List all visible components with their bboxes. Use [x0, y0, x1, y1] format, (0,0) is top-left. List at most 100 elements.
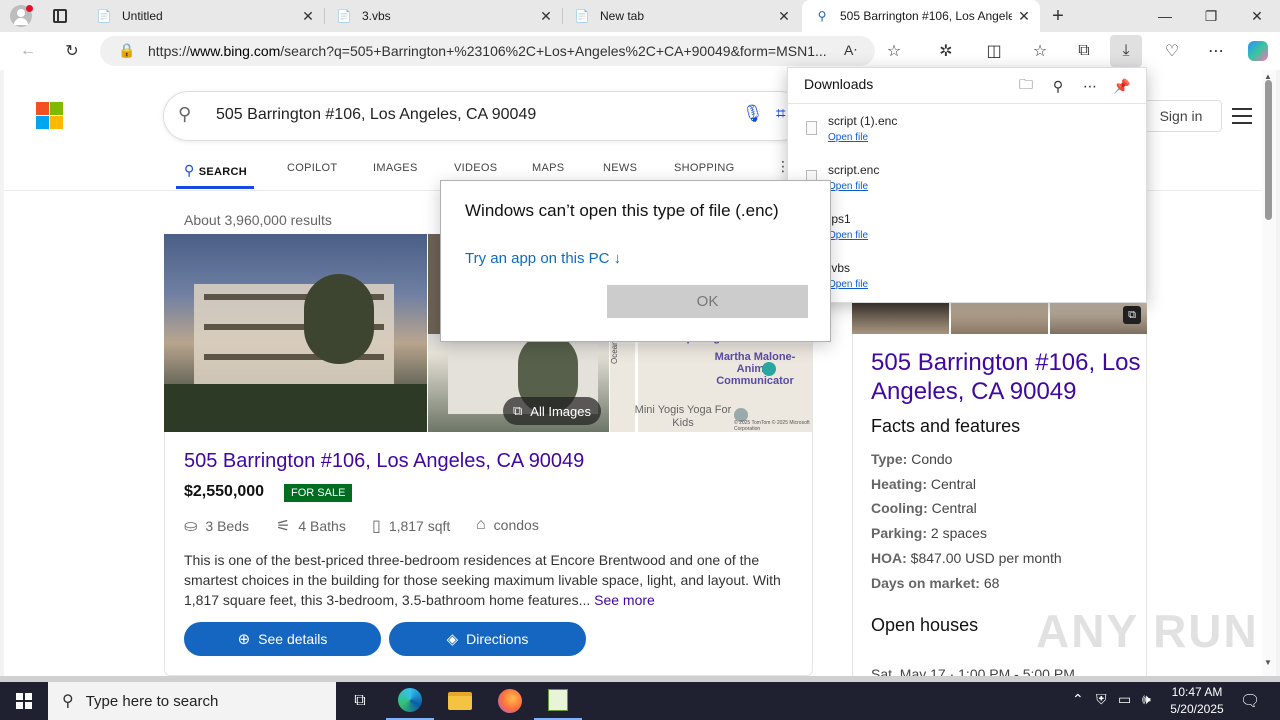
downloads-icon[interactable]: ⤓: [1110, 35, 1142, 67]
url-prefix: https://: [148, 43, 191, 59]
security-icon[interactable]: ⛨: [1096, 691, 1107, 708]
search-icon[interactable]: ⚲: [1046, 74, 1070, 98]
search-query[interactable]: 505 Barrington #106, Los Angeles, CA 900…: [216, 106, 536, 124]
network-icon[interactable]: ▭: [1118, 691, 1131, 708]
restore-button[interactable]: ❐: [1188, 0, 1234, 32]
pin-icon[interactable]: 📌: [1110, 74, 1134, 98]
fact-cooling: Cooling: Central: [871, 500, 977, 516]
microsoft-logo[interactable]: [36, 102, 63, 129]
taskbar-search[interactable]: ⚲ Type here to search: [48, 682, 336, 720]
read-aloud-icon[interactable]: Aᐧ: [844, 42, 857, 59]
address-bar[interactable]: 🔒 https://www.bing.com/search?q=505+Barr…: [100, 36, 875, 66]
new-tab-button[interactable]: +: [1046, 4, 1070, 28]
panel-photo-2[interactable]: [951, 302, 1048, 334]
split-screen-icon[interactable]: ◫: [978, 35, 1010, 67]
open-file-link[interactable]: Open file: [828, 181, 868, 192]
microphone-icon[interactable]: 🎙: [742, 104, 764, 124]
listing-photo-main[interactable]: [164, 234, 427, 432]
tab-new-tab[interactable]: 📄 New tab ✕: [562, 0, 800, 32]
download-item-name[interactable]: script (1).enc: [828, 114, 897, 128]
hamburger-menu-icon[interactable]: [1232, 108, 1252, 124]
ok-label: OK: [696, 293, 719, 310]
nav-news[interactable]: NEWS: [603, 162, 637, 174]
anyrun-watermark: ANY RUN: [1036, 605, 1259, 657]
shower-icon: ⚟: [276, 518, 291, 535]
ok-button[interactable]: OK: [607, 285, 808, 318]
refresh-button[interactable]: ↻: [56, 35, 88, 67]
fact-heating: Heating: Central: [871, 476, 976, 492]
see-details-button[interactable]: ⊕ See details: [184, 622, 381, 656]
sign-in-button[interactable]: Sign in: [1140, 100, 1222, 132]
open-file-link[interactable]: Open file: [828, 132, 868, 143]
open-file-link[interactable]: Open file: [828, 230, 868, 241]
page-icon: 📄: [336, 9, 352, 23]
scroll-down-arrow-icon[interactable]: ▼: [1264, 658, 1272, 667]
close-icon[interactable]: ✕: [296, 4, 320, 28]
beds-feature: ⛀ 3 Beds: [184, 516, 249, 536]
firefox-icon[interactable]: [486, 682, 534, 720]
download-item-name[interactable]: .ps1: [828, 212, 851, 226]
extensions-icon[interactable]: ✲: [930, 35, 962, 67]
edge-icon[interactable]: [386, 682, 434, 720]
listing-title-link[interactable]: 505 Barrington #106, Los Angeles, CA 900…: [184, 450, 584, 473]
minimize-button[interactable]: —: [1142, 0, 1188, 32]
close-icon[interactable]: ✕: [534, 4, 558, 28]
panel-photo-3[interactable]: ⧉: [1050, 302, 1147, 334]
type-feature: ⌂ condos: [476, 516, 539, 534]
scroll-up-arrow-icon[interactable]: ▲: [1264, 72, 1272, 81]
tab-actions-icon[interactable]: [53, 9, 67, 23]
lock-icon[interactable]: 🔒: [118, 42, 135, 59]
start-button[interactable]: [0, 682, 48, 720]
chevron-up-icon[interactable]: ⌃: [1072, 691, 1084, 708]
nav-shopping[interactable]: SHOPPING: [674, 162, 734, 174]
url-rest: /search?q=505+Barrington+%23106%2C+Los+A…: [280, 43, 827, 59]
tab-untitled[interactable]: 📄 Untitled ✕: [84, 0, 324, 32]
nav-maps[interactable]: MAPS: [532, 162, 564, 174]
notepad-plus-icon[interactable]: [534, 682, 582, 720]
scrollbar-thumb[interactable]: [1265, 80, 1272, 220]
open-folder-icon[interactable]: 🗀: [1014, 74, 1038, 98]
dialog-title: Windows can’t open this type of file (.e…: [465, 201, 779, 220]
download-item-name[interactable]: script.enc: [828, 163, 879, 177]
tab-3vbs[interactable]: 📄 3.vbs ✕: [324, 0, 562, 32]
favorites-icon[interactable]: ☆: [1024, 35, 1056, 67]
copilot-icon[interactable]: [1242, 35, 1274, 67]
clock[interactable]: 10:47 AM 5/20/2025: [1162, 684, 1232, 718]
browser-essentials-icon[interactable]: ♡: [1156, 35, 1188, 67]
file-explorer-icon[interactable]: [436, 682, 484, 720]
sqft-label: 1,817 sqft: [388, 518, 451, 534]
baths-feature: ⚟ 4 Baths: [276, 516, 346, 536]
collections-icon[interactable]: ⧉: [1068, 35, 1100, 67]
try-app-link[interactable]: Try an app on this PC ↓: [465, 250, 621, 267]
visual-search-icon[interactable]: ⌗: [776, 104, 786, 124]
back-button[interactable]: ←: [12, 35, 44, 67]
more-menu-icon[interactable]: ⋯: [1200, 35, 1232, 67]
search-icon: ⚲: [184, 162, 199, 178]
more-options-icon[interactable]: ⋯: [1078, 74, 1102, 98]
close-icon[interactable]: ✕: [1012, 4, 1036, 28]
search-box[interactable]: ⚲ 505 Barrington #106, Los Angeles, CA 9…: [164, 92, 804, 140]
download-item-name[interactable]: .vbs: [828, 261, 850, 275]
nav-copilot[interactable]: COPILOT: [287, 162, 337, 174]
favorite-star-icon[interactable]: ☆: [878, 35, 910, 67]
description-text: This is one of the best-priced three-bed…: [184, 552, 781, 608]
close-window-button[interactable]: ✕: [1234, 0, 1280, 32]
all-images-button[interactable]: ⧉ All Images: [503, 397, 601, 425]
notification-icon[interactable]: 🗨: [1240, 691, 1260, 711]
close-icon[interactable]: ✕: [772, 4, 796, 28]
task-view-icon[interactable]: ⧉: [336, 682, 384, 720]
nav-search[interactable]: ⚲ SEARCH: [184, 162, 247, 179]
nav-images[interactable]: IMAGES: [373, 162, 418, 174]
downloads-flyout: Downloads 🗀 ⚲ ⋯ 📌 script (1).enc Open fi…: [787, 67, 1147, 303]
volume-icon[interactable]: 🕪: [1142, 691, 1151, 708]
profile-avatar[interactable]: [10, 5, 33, 27]
panel-photo-1[interactable]: [852, 302, 949, 334]
panel-title[interactable]: 505 Barrington #106, Los Angeles, CA 900…: [871, 348, 1141, 406]
gallery-icon: ⧉: [1123, 306, 1141, 324]
tab-bing-search[interactable]: ⚲ 505 Barrington #106, Los Angeles ✕: [802, 0, 1040, 32]
open-file-link[interactable]: Open file: [828, 279, 868, 290]
nav-videos[interactable]: VIDEOS: [454, 162, 497, 174]
tab-strip: 📄 Untitled ✕ 📄 3.vbs ✕ 📄 New tab ✕ ⚲ 505…: [0, 0, 1280, 32]
see-more-link[interactable]: See more: [594, 592, 655, 608]
directions-button[interactable]: ◈ Directions: [389, 622, 586, 656]
